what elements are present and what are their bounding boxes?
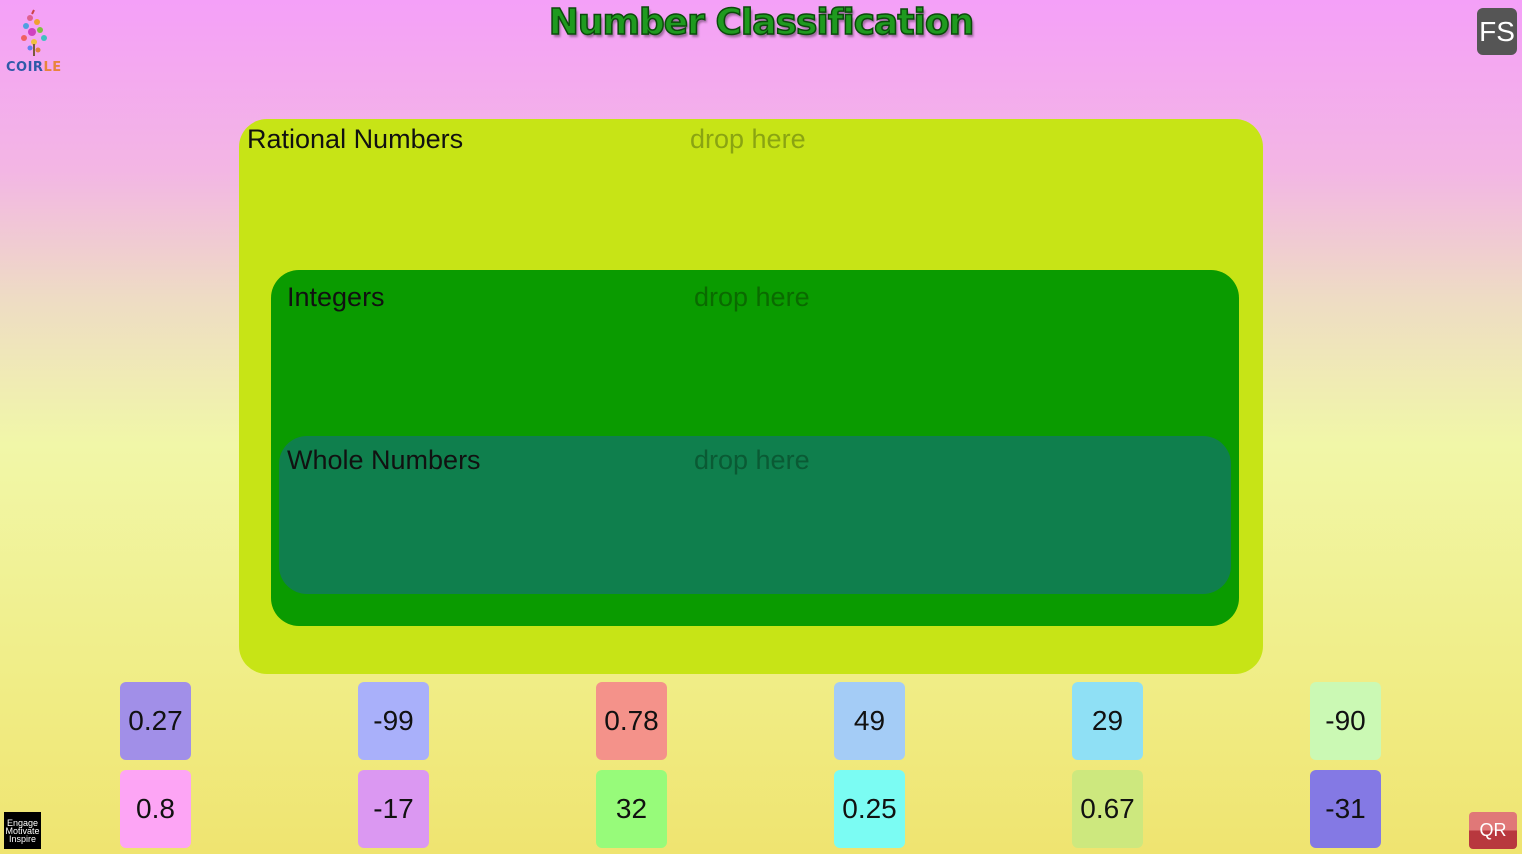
badge-line: Inspire	[8, 833, 36, 844]
logo-wordmark: COIRLE	[6, 60, 62, 75]
number-tile[interactable]: 0.67	[1072, 770, 1143, 848]
number-tile[interactable]: 29	[1072, 682, 1143, 760]
rational-drop-hint: drop here	[690, 124, 806, 154]
whole-drop-hint: drop here	[694, 445, 810, 475]
number-tile[interactable]: 0.8	[120, 770, 191, 848]
number-tile[interactable]: -31	[1310, 770, 1381, 848]
fullscreen-button[interactable]: FS	[1477, 8, 1517, 55]
integers-drop-hint: drop here	[694, 282, 810, 312]
engage-motivate-inspire-badge: Engage Motivate Inspire	[4, 812, 41, 849]
integers-label: Integers	[287, 282, 385, 312]
qr-button[interactable]: QR	[1469, 812, 1517, 849]
rational-numbers-label: Rational Numbers	[247, 124, 464, 154]
number-tile[interactable]: 32	[596, 770, 667, 848]
whole-numbers-label: Whole Numbers	[287, 445, 481, 475]
number-tile[interactable]: 49	[834, 682, 905, 760]
number-tile[interactable]: 0.27	[120, 682, 191, 760]
number-tile[interactable]: -17	[358, 770, 429, 848]
number-tile[interactable]: -99	[358, 682, 429, 760]
number-tile[interactable]: 0.25	[834, 770, 905, 848]
number-tile[interactable]: 0.78	[596, 682, 667, 760]
number-tile[interactable]: -90	[1310, 682, 1381, 760]
page-title: Number Classification	[548, 1, 975, 44]
dropzone-whole-numbers[interactable]: Whole Numbers drop here	[279, 436, 1231, 594]
